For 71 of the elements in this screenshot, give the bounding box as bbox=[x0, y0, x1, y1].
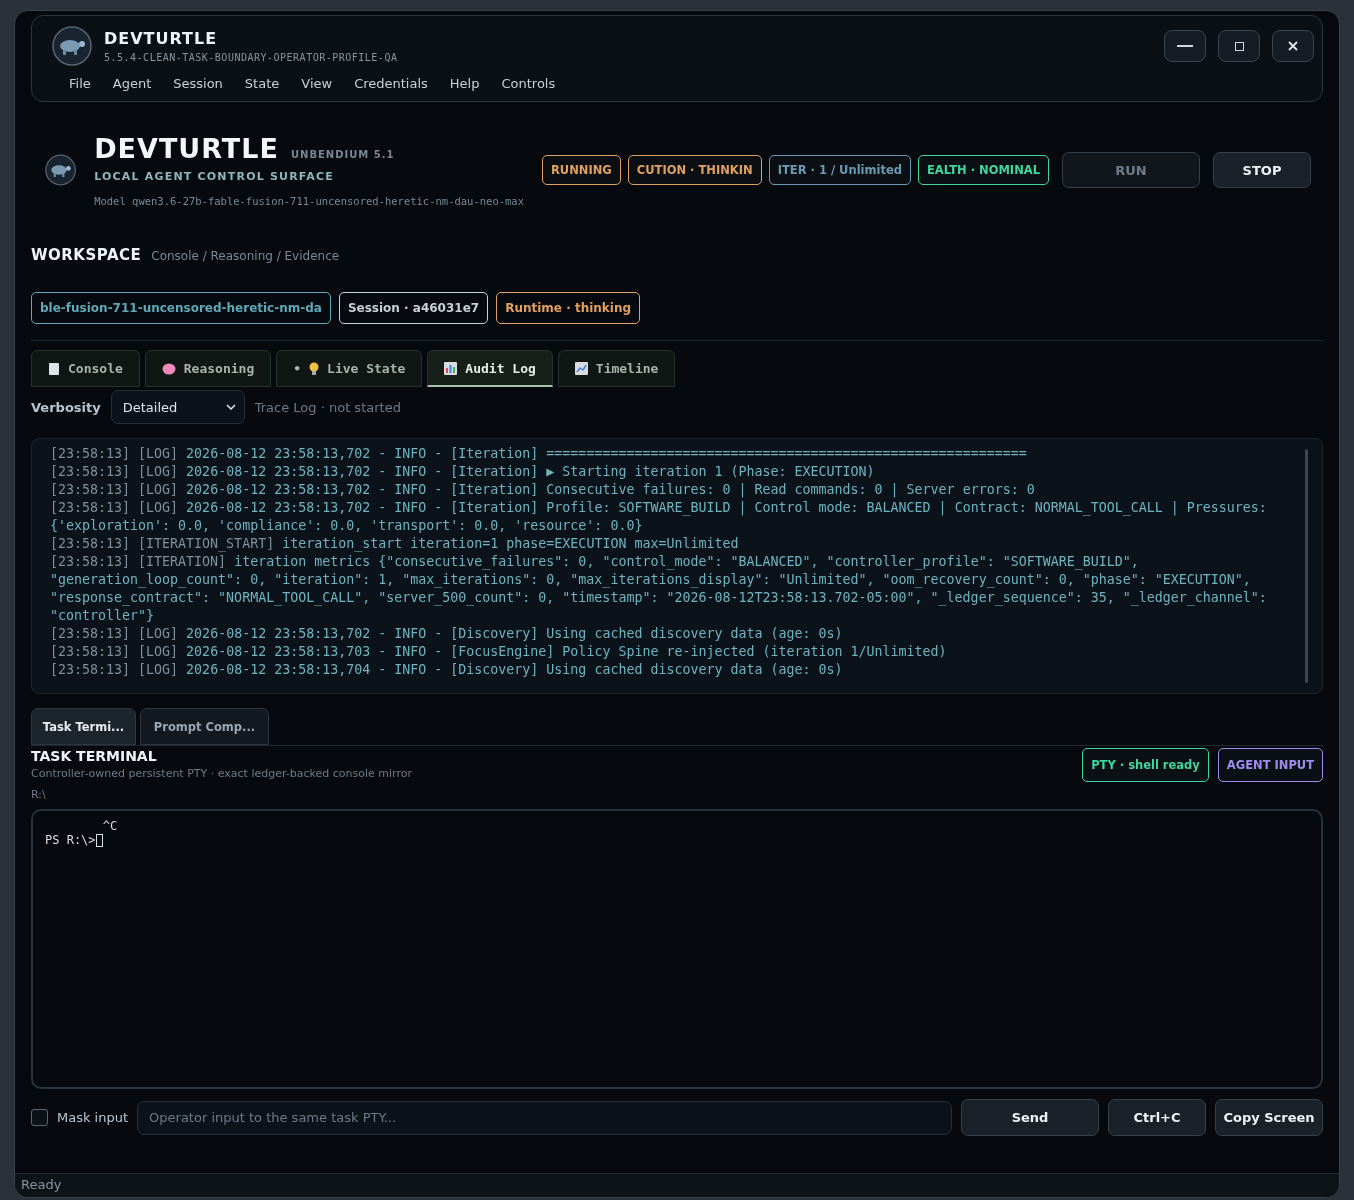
send-button[interactable]: Send bbox=[961, 1099, 1099, 1136]
menu-item[interactable]: Agent bbox=[101, 72, 163, 95]
info-chip: Runtime · thinking bbox=[496, 292, 641, 324]
bar-chart-icon bbox=[444, 361, 458, 375]
edition-label: UNBENDIUM 5.1 bbox=[290, 149, 395, 160]
status-badge: EALTH · NOMINAL bbox=[918, 155, 1049, 185]
minimize-button[interactable] bbox=[1164, 30, 1206, 62]
minimize-icon bbox=[1177, 45, 1193, 47]
maximize-icon bbox=[1234, 41, 1244, 51]
app-title: DEVTURTLE bbox=[94, 133, 279, 164]
status-bar: Ready bbox=[15, 1173, 1339, 1197]
log-line: [23:58:13] [LOG] 2026-08-12 23:58:13,702 - INFO - [Discovery] Using cached discovery data (age: 0s) bbox=[50, 625, 844, 643]
line-chart-icon bbox=[574, 362, 588, 375]
maximize-button[interactable] bbox=[1218, 30, 1260, 62]
model-label: Model qwen3.6-27b-fable-fusion-711-uncensored-heretic-nm-dau-neo-max bbox=[94, 195, 524, 207]
tab[interactable]: Task Termi... bbox=[31, 708, 136, 745]
light-bulb-icon bbox=[309, 361, 320, 376]
menu-item[interactable]: File bbox=[58, 72, 102, 95]
terminal-screen[interactable]: ^C PS R:\> bbox=[31, 809, 1323, 1089]
document-icon bbox=[48, 361, 60, 376]
log-line: [23:58:13] [LOG] 2026-08-12 23:58:13,702 - INFO - [Iteration] ▶ Starting iteration 1 (Phase: EXECUTION) bbox=[50, 463, 876, 481]
tab[interactable]: Console bbox=[31, 350, 140, 387]
verbosity-label: Verbosity bbox=[31, 399, 101, 415]
log-line: [23:58:13] [LOG] 2026-08-12 23:58:13,702 - INFO - [Iteration] ============================================================ bbox=[50, 445, 1028, 463]
status-badge: CUTION · THINKIN bbox=[627, 155, 762, 185]
close-button[interactable] bbox=[1272, 30, 1314, 62]
version-label: 5.5.4-CLEAN-TASK-BOUNDARY-OPERATOR-PROFILE-QA bbox=[104, 52, 399, 63]
section-title: WORKSPACE bbox=[31, 246, 142, 264]
terminal-line: PS R:\> bbox=[45, 833, 1309, 847]
mask-label: Mask input bbox=[57, 1110, 129, 1125]
interrupt-button[interactable]: Ctrl+C bbox=[1108, 1099, 1206, 1136]
turtle-logo-icon bbox=[52, 26, 92, 66]
info-chip: Session · a46031e7 bbox=[338, 292, 489, 324]
menu-item[interactable]: Help bbox=[438, 72, 491, 95]
terminal-subtitle: Controller-owned persistent PTY · exact ledger-backed console mirror bbox=[31, 767, 412, 780]
path-label: R:\ bbox=[31, 788, 47, 801]
close-icon bbox=[1288, 41, 1298, 51]
menu-item[interactable]: State bbox=[233, 72, 291, 95]
menu-item[interactable]: Controls bbox=[490, 72, 567, 95]
status-badge: ITER · 1 / Unlimited bbox=[768, 155, 911, 185]
tab[interactable]: Audit Log bbox=[427, 350, 553, 387]
log-line: [23:58:13] [ITERATION_START] iteration_start iteration=1 phase=EXECUTION max=Unlimited bbox=[50, 535, 740, 553]
tab[interactable]: Timeline bbox=[557, 350, 676, 387]
tab[interactable]: • Live State bbox=[276, 350, 423, 387]
menu-item[interactable]: Credentials bbox=[343, 72, 439, 95]
terminal-line: ^C bbox=[101, 819, 119, 833]
verbosity-dropdown[interactable]: Detailed bbox=[110, 390, 245, 424]
breadcrumb: Console / Reasoning / Evidence bbox=[151, 249, 340, 263]
status-badge: AGENT INPUT bbox=[1217, 748, 1323, 782]
status-badge: PTY · shell ready bbox=[1082, 748, 1209, 782]
log-line: [23:58:13] [LOG] 2026-08-12 23:58:13,703 - INFO - [FocusEngine] Policy Spine re-injected (iteration 1/Unlimited) bbox=[50, 643, 948, 661]
status-badge: RUNNING bbox=[542, 155, 621, 185]
menu-item[interactable]: View bbox=[290, 72, 344, 95]
info-chip: ble-fusion-711-uncensored-heretic-nm-da bbox=[31, 292, 331, 324]
chevron-down-icon bbox=[225, 404, 236, 410]
text-cursor bbox=[95, 833, 103, 847]
tab[interactable]: Prompt Comp... bbox=[140, 708, 269, 745]
log-line: [23:58:13] [LOG] 2026-08-12 23:58:13,704 - INFO - [Discovery] Using cached discovery data (age: 0s) bbox=[50, 661, 844, 679]
terminal-title: TASK TERMINAL bbox=[31, 748, 158, 764]
operator-input-field[interactable]: Operator input to the same task PTY... bbox=[137, 1100, 952, 1135]
mask-checkbox[interactable] bbox=[31, 1109, 48, 1126]
copy-button[interactable]: Copy Screen bbox=[1215, 1099, 1323, 1136]
log-line: [23:58:13] [ITERATION] iteration metrics {"consecutive_failures": 0, "control_mode": "BALANCED", "controller_profile": "SOFTWARE_BUILD", "generation_loop_count": 0, "iteration": 1, "max_iterations": 0, "max_iterations_display": "Unlimited", "oom_recovery_count": 0, "phase": "EXECUTION", "response_contract": "NORMAL_TOOL_CALL", "server_500_count": 0, "timestamp": "2026-08-12T23:58:13.702-05:00", "_ledger_sequence": 35, "_ledger_channel": "controller"} bbox=[50, 553, 1268, 625]
tab[interactable]: Reasoning bbox=[144, 350, 272, 387]
app-subtitle: LOCAL AGENT CONTROL SURFACE bbox=[94, 170, 335, 183]
trace-status: Trace Log · not started bbox=[254, 399, 401, 415]
window-title: DEVTURTLE bbox=[104, 29, 219, 48]
scrollbar[interactable] bbox=[1305, 449, 1308, 683]
menu-item[interactable]: Session bbox=[162, 72, 234, 95]
log-line: [23:58:13] [LOG] 2026-08-12 23:58:13,702 - INFO - [Iteration] Consecutive failures: 0 | Read commands: 0 | Server errors: 0 bbox=[50, 481, 1036, 499]
stop-button[interactable]: STOP bbox=[1213, 152, 1311, 188]
